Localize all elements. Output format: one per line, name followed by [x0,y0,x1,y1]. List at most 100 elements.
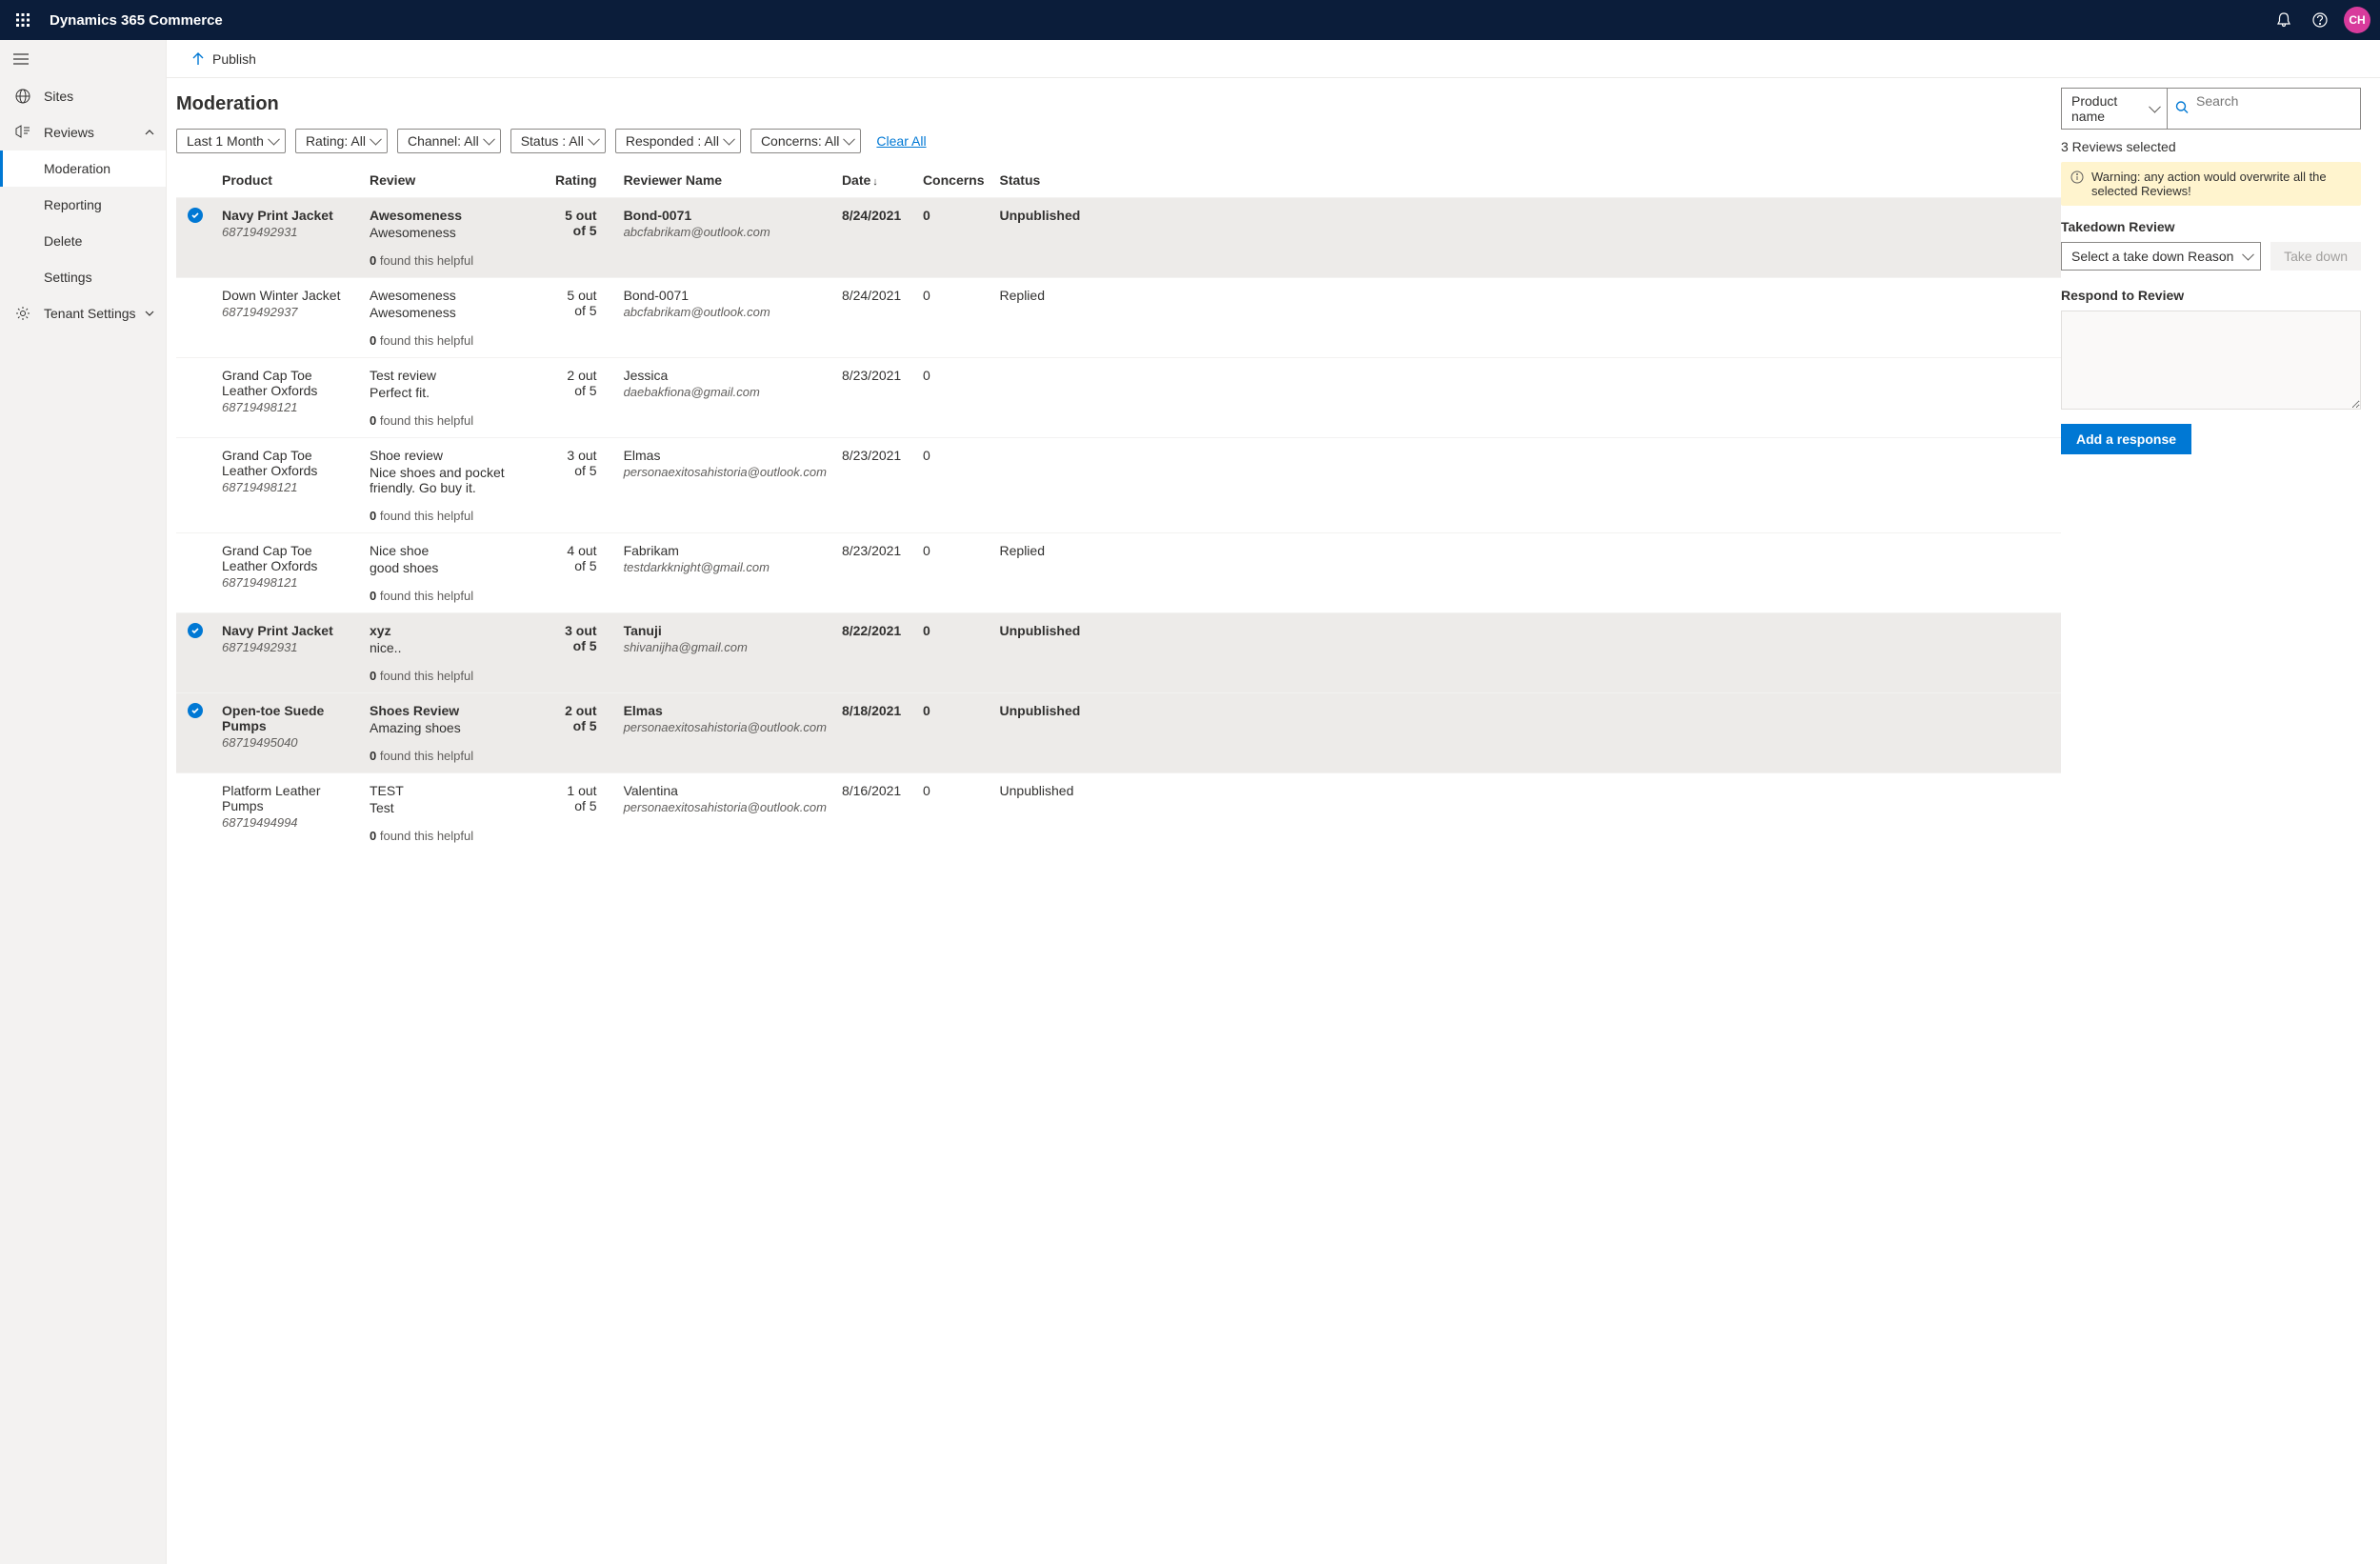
status-value: Unpublished [992,198,2061,278]
product-name: Navy Print Jacket [222,208,354,223]
sidebar-sub-label: Reporting [44,197,102,212]
filter-channel[interactable]: Channel: All [397,129,501,153]
product-name: Grand Cap Toe Leather Oxfords [222,368,354,398]
takedown-reason-select[interactable]: Select a take down Reason [2061,242,2261,271]
sidebar: Sites Reviews Moderation Reporting Delet… [0,40,167,1564]
table-row[interactable]: Navy Print Jacket68719492931AwesomenessA… [176,198,2061,278]
col-concerns[interactable]: Concerns [915,167,992,198]
product-sku: 68719492937 [222,305,354,319]
row-checkbox[interactable] [176,198,214,278]
reviewer-name: Jessica [624,368,827,383]
concerns-count: 0 [915,533,992,613]
table-row[interactable]: Down Winter Jacket68719492937Awesomeness… [176,278,2061,358]
filter-responded[interactable]: Responded : All [615,129,741,153]
reviewer-name: Tanuji [624,623,827,638]
rating-value: 2 out of 5 [548,693,616,773]
col-rating[interactable]: Rating [548,167,616,198]
table-row[interactable]: Platform Leather Pumps68719494994TESTTes… [176,773,2061,853]
notifications-icon[interactable] [2266,2,2302,38]
reviewer-email: personaexitosahistoria@outlook.com [624,800,827,814]
col-status[interactable]: Status [992,167,2061,198]
status-value: Replied [992,533,2061,613]
clear-all-link[interactable]: Clear All [876,133,926,149]
row-checkbox[interactable] [176,693,214,773]
sidebar-item-tenant-settings[interactable]: Tenant Settings [0,295,166,331]
helpful-count: 0 found this helpful [370,749,540,763]
product-name: Navy Print Jacket [222,623,354,638]
sort-down-icon: ↓ [872,176,878,188]
review-date: 8/24/2021 [834,278,915,358]
review-title: Nice shoe [370,543,540,558]
filter-rating[interactable]: Rating: All [295,129,388,153]
reviewer-email: daebakfiona@gmail.com [624,385,827,399]
table-row[interactable]: Navy Print Jacket68719492931xyznice..0 f… [176,613,2061,693]
rating-value: 1 out of 5 [548,773,616,853]
takedown-button[interactable]: Take down [2270,242,2361,271]
product-sku: 68719495040 [222,735,354,750]
search-box[interactable] [2168,88,2361,130]
concerns-count: 0 [915,358,992,438]
row-checkbox[interactable] [176,533,214,613]
sidebar-sub-delete[interactable]: Delete [0,223,166,259]
sidebar-sub-settings[interactable]: Settings [0,259,166,295]
rating-value: 5 out of 5 [548,198,616,278]
sidebar-label: Reviews [44,125,94,140]
col-date[interactable]: Date↓ [834,167,915,198]
table-row[interactable]: Grand Cap Toe Leather Oxfords 68719498121… [176,358,2061,438]
row-checkbox[interactable] [176,773,214,853]
table-area: Moderation Last 1 Month Rating: All Chan… [167,78,2061,1564]
warning-text: Warning: any action would overwrite all … [2091,170,2351,198]
response-textarea[interactable] [2061,311,2361,410]
sidebar-sub-label: Moderation [44,161,110,176]
page-title: Moderation [176,93,2061,115]
product-sku: 68719498121 [222,400,354,414]
filter-status[interactable]: Status : All [510,129,606,153]
row-checkbox[interactable] [176,613,214,693]
helpful-count: 0 found this helpful [370,669,540,683]
sidebar-sub-reporting[interactable]: Reporting [0,187,166,223]
respond-title: Respond to Review [2061,288,2361,303]
table-row[interactable]: Open-toe Suede Pumps68719495040Shoes Rev… [176,693,2061,773]
status-value: Unpublished [992,613,2061,693]
col-review[interactable]: Review [362,167,548,198]
product-sku: 68719492931 [222,640,354,654]
add-response-button[interactable]: Add a response [2061,424,2191,454]
reviews-icon [11,125,34,140]
rating-value: 5 out of 5 [548,278,616,358]
sidebar-sub-moderation[interactable]: Moderation [0,150,166,187]
review-title: Awesomeness [370,208,540,223]
top-bar: Dynamics 365 Commerce CH [0,0,2380,40]
sidebar-sub-label: Settings [44,270,92,285]
sidebar-item-reviews[interactable]: Reviews [0,114,166,150]
sidebar-toggle[interactable] [0,40,166,78]
product-name: Grand Cap Toe Leather Oxfords [222,543,354,573]
status-value: Unpublished [992,693,2061,773]
table-row[interactable]: Grand Cap Toe Leather Oxfords68719498121… [176,533,2061,613]
filter-bar: Last 1 Month Rating: All Channel: All St… [176,129,2061,153]
publish-button[interactable]: Publish [191,51,256,67]
col-reviewer[interactable]: Reviewer Name [616,167,834,198]
col-product[interactable]: Product [214,167,362,198]
user-avatar[interactable]: CH [2344,7,2370,33]
row-checkbox[interactable] [176,438,214,533]
review-title: Awesomeness [370,288,540,303]
rating-value: 3 out of 5 [548,438,616,533]
help-icon[interactable] [2302,2,2338,38]
globe-icon [11,89,34,104]
filter-concerns[interactable]: Concerns: All [750,129,861,153]
row-checkbox[interactable] [176,358,214,438]
search-input[interactable] [2196,93,2352,109]
filter-date[interactable]: Last 1 Month [176,129,286,153]
reviewer-name: Bond-0071 [624,288,827,303]
sidebar-item-sites[interactable]: Sites [0,78,166,114]
brand-title: Dynamics 365 Commerce [50,12,223,29]
helpful-count: 0 found this helpful [370,333,540,348]
app-launcher-icon[interactable] [10,7,36,33]
row-checkbox[interactable] [176,278,214,358]
col-select [176,167,214,198]
reviewer-name: Bond-0071 [624,208,827,223]
reviewer-email: abcfabrikam@outlook.com [624,225,827,239]
table-row[interactable]: Grand Cap Toe Leather Oxfords68719498121… [176,438,2061,533]
review-body: Perfect fit. [370,385,540,400]
search-type-select[interactable]: Product name [2061,88,2168,130]
